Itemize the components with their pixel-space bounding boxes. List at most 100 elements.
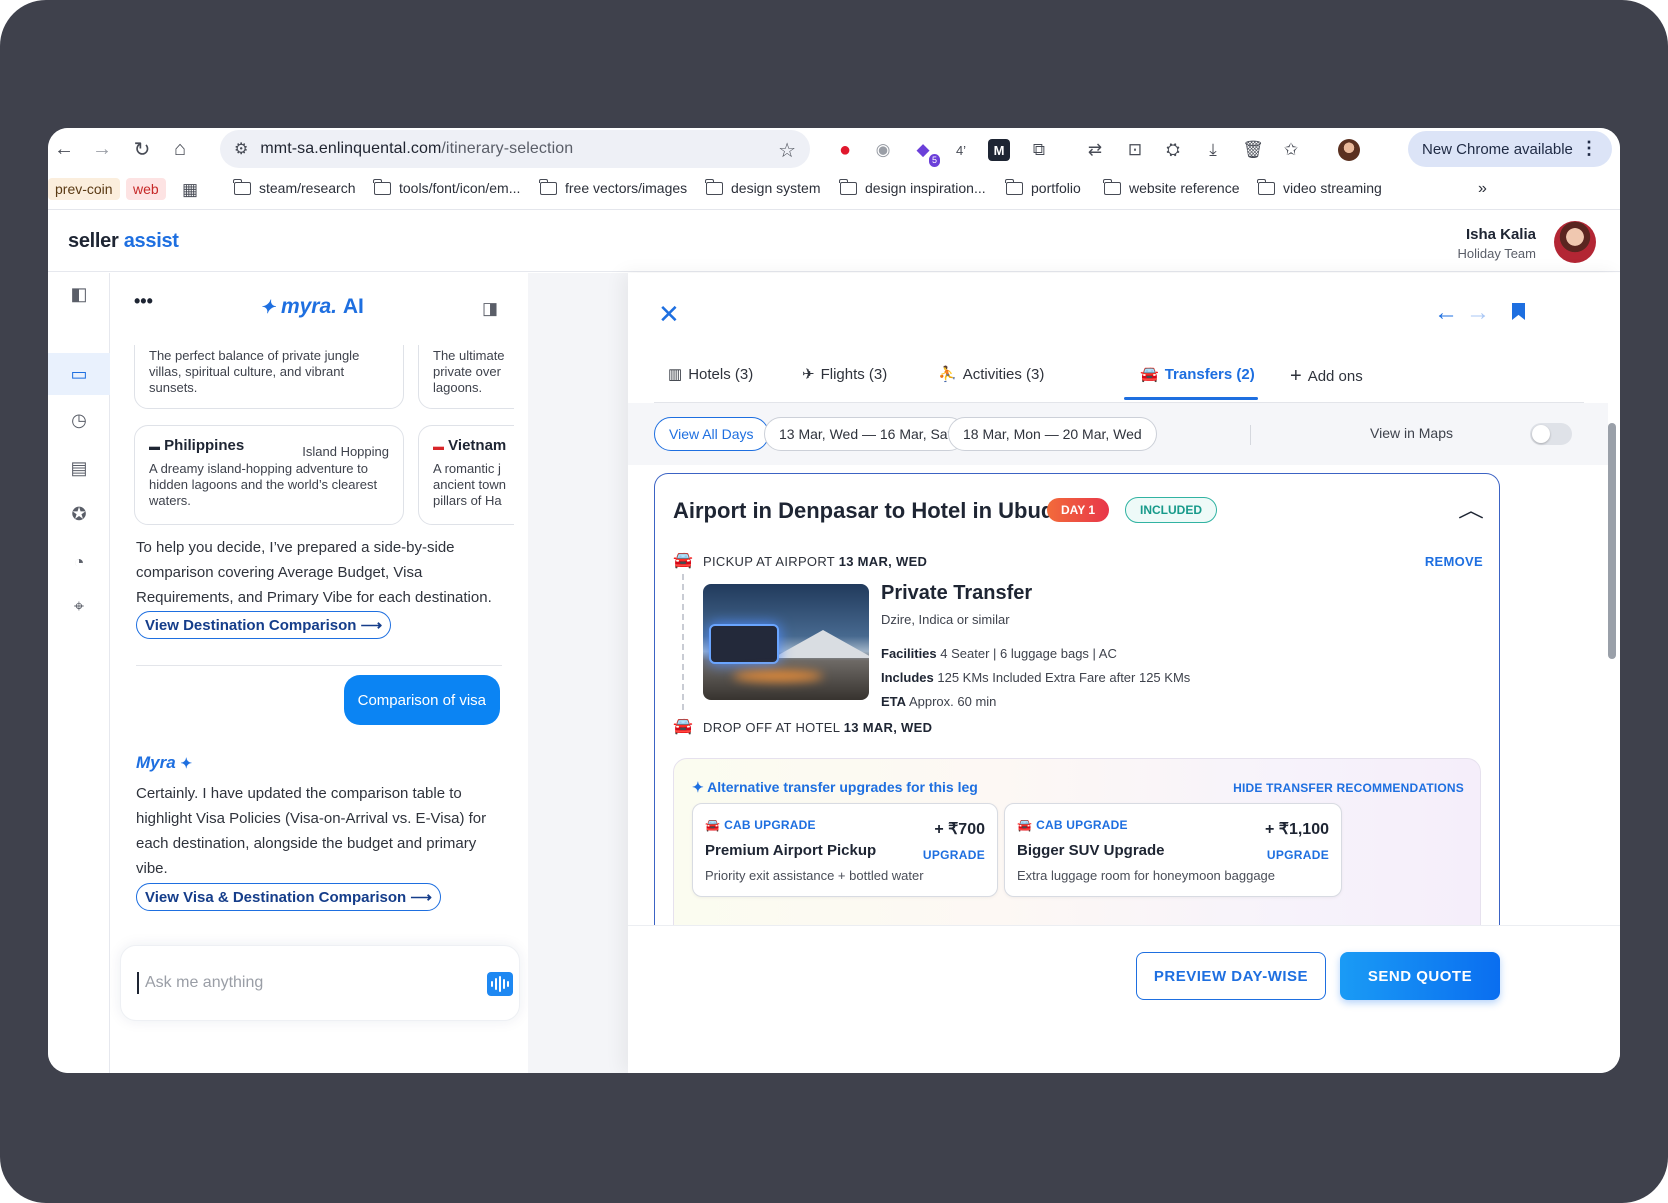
puzzle-icon[interactable]: ⧉ [1028, 139, 1050, 161]
filter-date-range[interactable]: 18 Mar, Mon — 20 Mar, Wed [948, 417, 1157, 451]
prev-arrow-icon[interactable]: ← [1434, 299, 1458, 327]
filter-date-range[interactable]: 13 Mar, Wed — 16 Mar, Sat [764, 417, 967, 451]
seller-assist-logo[interactable]: seller assist [68, 230, 179, 253]
upgrade-button[interactable]: UPGRADE [1267, 848, 1329, 862]
forward-icon[interactable]: → [90, 137, 114, 161]
new-chrome-button[interactable]: New Chrome available ⋮ [1408, 131, 1612, 167]
destination-card-philippines[interactable]: ▬ Philippines Island Hopping A dreamy is… [134, 425, 404, 525]
plus-icon: + [1290, 365, 1302, 387]
bookmark-icon[interactable] [1512, 303, 1525, 320]
upgrade-price: + ₹1,100 [1264, 821, 1329, 838]
tab-add-ons[interactable]: + Add ons [1290, 365, 1363, 388]
chevron-up-icon[interactable]: ︿ [1458, 494, 1484, 523]
avatar[interactable] [1554, 221, 1596, 263]
hotel-icon: ▥ [668, 366, 683, 383]
next-arrow-icon[interactable]: → [1466, 299, 1490, 327]
bookmark-folder[interactable]: website reference [1103, 178, 1240, 196]
menu-dots-icon[interactable]: ⋮ [1580, 138, 1598, 159]
destination-card[interactable]: The perfect balance of private jungle vi… [134, 345, 404, 409]
folder-icon [233, 178, 251, 195]
history-icon[interactable]: ◷ [48, 399, 110, 441]
car-icon: 🚘 [673, 718, 693, 735]
view-destination-comparison-link[interactable]: View Destination Comparison ⟶ [136, 611, 392, 639]
bookmark-star-icon[interactable]: ☆ [778, 138, 796, 163]
view-in-maps-label: View in Maps [1370, 425, 1454, 441]
bookmark-chip-prev-coin[interactable]: prev-coin [48, 178, 120, 200]
incognito-icon[interactable]: ⛭ [1162, 139, 1184, 161]
favorites-icon[interactable]: ✩ [1280, 139, 1302, 161]
view-in-maps-toggle[interactable] [1530, 423, 1572, 445]
translate-icon[interactable]: ⇄ [1084, 139, 1106, 161]
transfer-leg-card: Airport in Denpasar to Hotel in Ubud DAY… [654, 473, 1500, 943]
destination-card[interactable]: The ultimate private over lagoons. [418, 345, 514, 409]
medium-icon[interactable]: M [988, 139, 1010, 161]
transfer-details-drawer: ✕ ← → ▥ Hotels (3) ✈ Flights (3) ⛹ Activiti… [628, 273, 1620, 1073]
download-icon[interactable]: ⤓ [1202, 139, 1224, 161]
tab-hotels[interactable]: ▥ Hotels (3) [668, 365, 753, 384]
remove-button[interactable]: REMOVE [1425, 554, 1483, 569]
leg-title: Airport in Denpasar to Hotel in Ubud [673, 498, 1055, 523]
location-pin-icon[interactable]: ⌖ [48, 585, 110, 627]
destination-card-vietnam[interactable]: ▬ Vietnam A romantic j ancient town pill… [418, 425, 514, 525]
tab-activities[interactable]: ⛹ Activities (3) [938, 365, 1044, 384]
close-icon[interactable]: ✕ [658, 299, 680, 330]
bookmark-folder[interactable]: tools/font/icon/em... [373, 178, 520, 196]
folder-icon [705, 178, 723, 195]
site-settings-icon[interactable]: ⚙ [234, 139, 248, 159]
more-options-icon[interactable]: ••• [134, 291, 153, 312]
tab-transfers[interactable]: 🚘 Transfers (2) [1140, 365, 1255, 384]
trash-icon[interactable]: 🗑 [1242, 139, 1264, 161]
bookmark-folder[interactable]: video streaming [1257, 178, 1382, 196]
day-badge: DAY 1 [1047, 498, 1110, 522]
upgrade-kind: 🚘 CAB UPGRADE [705, 818, 816, 832]
screenshot-icon[interactable]: ⊡ [1124, 139, 1146, 161]
calendar-icon[interactable]: ▤ [48, 447, 110, 489]
car-icon: 🚘 [705, 818, 721, 832]
hide-recommendations-button[interactable]: HIDE TRANSFER RECOMMENDATIONS [1233, 781, 1464, 795]
upgrade-card[interactable]: 🚘 CAB UPGRADE + ₹1,100 Bigger SUV Upgrade… [1004, 803, 1342, 897]
app-header: seller assist Isha Kalia Holiday Team [48, 210, 1620, 272]
bookmark-folder[interactable]: steam/research [233, 178, 355, 196]
assistant-message: Certainly. I have updated the comparison… [136, 785, 487, 877]
back-icon[interactable]: ← [52, 137, 76, 161]
date-filters: View All Days 13 Mar, Wed — 16 Mar, Sat … [628, 403, 1608, 465]
card-description: The perfect balance of private jungle vi… [149, 348, 360, 395]
bookmark-folder[interactable]: design inspiration... [839, 178, 986, 196]
myra-ai-logo: ✦ myra. AI [260, 295, 364, 318]
address-bar[interactable]: ⚙ mmt-sa.enlinquental.com/itinerary-sele… [220, 130, 810, 168]
apps-grid-icon[interactable]: ▦ [182, 180, 198, 200]
rail-item-itinerary[interactable]: ▭ [48, 353, 110, 395]
folder-icon [1103, 178, 1121, 195]
bookmark-folder[interactable]: free vectors/images [539, 178, 687, 196]
filter-view-all-days[interactable]: View All Days [654, 417, 769, 451]
reload-icon[interactable]: ↻ [130, 137, 154, 161]
upgrade-card[interactable]: 🚘 CAB UPGRADE + ₹700 Premium Airport Pick… [692, 803, 998, 897]
profile-avatar[interactable] [1338, 139, 1360, 161]
timer-icon[interactable]: ◔ [48, 541, 110, 583]
preview-day-wise-button[interactable]: PREVIEW DAY-WISE [1136, 952, 1326, 1000]
background-content [528, 273, 628, 1073]
opera-icon[interactable]: ● [834, 139, 856, 161]
view-visa-comparison-link[interactable]: View Visa & Destination Comparison ⟶ [136, 883, 441, 911]
user-team: Holiday Team [1457, 246, 1536, 261]
bookmark-chip-web[interactable]: web [126, 178, 166, 200]
more-bookmarks-icon[interactable]: » [1478, 180, 1487, 198]
user-name: Isha Kalia [1465, 226, 1536, 243]
home-icon[interactable]: ⌂ [168, 137, 192, 161]
bookmark-folder[interactable]: design system [705, 178, 820, 196]
car-icon: 🚘 [673, 552, 693, 569]
chat-input[interactable]: Ask me anything [120, 945, 520, 1021]
collapse-sidebar-icon[interactable]: ◧ [48, 273, 110, 315]
scrollbar[interactable] [1608, 423, 1616, 659]
extension-text-icon[interactable]: 4’ [950, 139, 972, 161]
panel-toggle-icon[interactable]: ◨ [482, 299, 498, 319]
upgrade-button[interactable]: UPGRADE [923, 848, 985, 862]
camera-icon[interactable]: ◉ [872, 139, 894, 161]
card-description: A romantic j ancient town pillars of Ha [433, 461, 506, 508]
send-quote-button[interactable]: SEND QUOTE [1340, 952, 1500, 1000]
tab-flights[interactable]: ✈ Flights (3) [802, 365, 887, 384]
voice-input-icon[interactable] [487, 972, 513, 996]
bookmark-folder[interactable]: portfolio [1005, 178, 1081, 196]
discount-icon[interactable]: ✪ [48, 493, 110, 535]
extension-diamond-icon[interactable]: ◆ 5 [912, 139, 940, 167]
